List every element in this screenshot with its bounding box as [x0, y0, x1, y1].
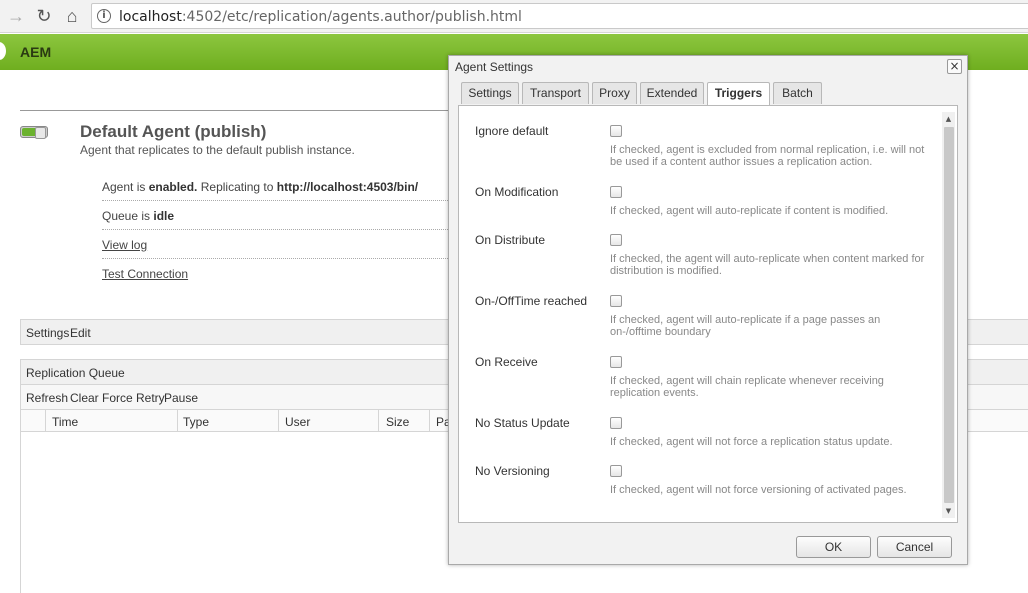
column-user[interactable]: User [285, 415, 310, 429]
refresh-button[interactable]: Refresh [26, 391, 68, 405]
ok-button[interactable]: OK [796, 536, 871, 558]
trigger-help-on-modification: If checked, agent will auto-replicate if… [610, 205, 889, 217]
on-receive-checkbox[interactable] [610, 356, 622, 368]
tab-settings[interactable]: Settings [461, 82, 519, 104]
aem-logo-icon [0, 42, 6, 60]
scrollbar-thumb[interactable] [944, 127, 954, 503]
tab-extended[interactable]: Extended [640, 82, 704, 104]
replication-queue-title: Replication Queue [26, 366, 125, 380]
column-separator [45, 410, 46, 432]
cancel-button[interactable]: Cancel [877, 536, 952, 558]
ignore-default-checkbox[interactable] [610, 125, 622, 137]
trigger-label-on-receive: On Receive [475, 355, 538, 369]
trigger-help-no-status-update: If checked, agent will not force a repli… [610, 436, 893, 448]
trigger-help-on-receive: If checked, agent will chain replicate w… [610, 375, 884, 399]
home-icon[interactable]: ⌂ [60, 4, 84, 28]
view-log-link[interactable]: View log [102, 238, 147, 252]
scroll-up-icon[interactable]: ▲ [942, 112, 955, 126]
status-prefix: Agent is [102, 180, 149, 194]
agent-settings-dialog: Agent Settings × Settings Transport Prox… [448, 55, 968, 565]
agent-description: Agent that replicates to the default pub… [80, 143, 355, 157]
url-host: localhost [119, 9, 182, 25]
settings-label: Settings [26, 326, 70, 340]
status-target: http://localhost:4503/bin/ [276, 180, 419, 194]
column-separator [378, 410, 379, 432]
divider [102, 258, 462, 259]
on-modification-checkbox[interactable] [610, 186, 622, 198]
triggers-panel: Ignore default If checked, agent is excl… [458, 105, 958, 523]
address-bar[interactable]: i localhost:4502/etc/replication/agents.… [91, 3, 1028, 29]
no-versioning-checkbox[interactable] [610, 465, 622, 477]
agent-enabled-toggle-icon [20, 126, 48, 139]
edit-button[interactable]: Edit [70, 326, 91, 340]
url-text[interactable]: localhost:4502/etc/replication/agents.au… [119, 9, 522, 25]
trigger-label-on-offtime: On-/OffTime reached [475, 294, 588, 308]
no-status-update-checkbox[interactable] [610, 417, 622, 429]
column-separator [278, 410, 279, 432]
reload-icon[interactable]: ↻ [32, 4, 56, 28]
column-time[interactable]: Time [52, 415, 78, 429]
pause-button[interactable]: Pause [164, 391, 198, 405]
on-distribute-checkbox[interactable] [610, 234, 622, 246]
tab-proxy[interactable]: Proxy [592, 82, 637, 104]
trigger-label-no-status-update: No Status Update [475, 416, 570, 430]
tab-triggers[interactable]: Triggers [707, 82, 770, 105]
trigger-label-ignore-default: Ignore default [475, 124, 549, 138]
divider [102, 200, 462, 201]
column-separator [429, 410, 430, 432]
close-icon[interactable]: × [947, 59, 962, 74]
browser-toolbar: → ↻ ⌂ i localhost:4502/etc/replication/a… [0, 0, 1028, 33]
status-mid: Replicating to [197, 180, 277, 194]
column-size[interactable]: Size [386, 415, 409, 429]
tab-transport[interactable]: Transport [522, 82, 589, 104]
tab-batch[interactable]: Batch [773, 82, 822, 104]
queue-status: Queue is idle [102, 209, 174, 223]
agent-status: Agent is enabled. Replicating to http://… [102, 180, 418, 194]
status-value: enabled. [148, 180, 198, 194]
column-type[interactable]: Type [183, 415, 209, 429]
test-connection-link[interactable]: Test Connection [102, 267, 188, 281]
trigger-help-no-versioning: If checked, agent will not force version… [610, 484, 907, 496]
dialog-title: Agent Settings [455, 60, 534, 74]
scroll-down-icon[interactable]: ▼ [942, 504, 955, 518]
info-icon[interactable]: i [97, 9, 111, 23]
queue-prefix: Queue is [102, 209, 154, 223]
vertical-scrollbar[interactable]: ▲ ▼ [942, 112, 955, 518]
agent-title: Default Agent (publish) [80, 122, 267, 141]
trigger-label-on-modification: On Modification [475, 185, 559, 199]
queue-value: idle [153, 209, 175, 223]
trigger-help-on-distribute: If checked, the agent will auto-replicat… [610, 253, 925, 277]
clear-button[interactable]: Clear [70, 391, 99, 405]
on-offtime-checkbox[interactable] [610, 295, 622, 307]
trigger-help-on-offtime: If checked, agent will auto-replicate if… [610, 314, 881, 338]
back-arrow-icon[interactable]: → [4, 4, 28, 28]
aem-title: AEM [20, 44, 52, 60]
divider [102, 229, 462, 230]
trigger-help-ignore-default: If checked, agent is excluded from norma… [610, 144, 925, 168]
divider [20, 110, 460, 111]
force-retry-button[interactable]: Force Retry [102, 391, 165, 405]
url-path: :4502/etc/replication/agents.author/publ… [181, 9, 522, 25]
column-separator [177, 410, 178, 432]
trigger-label-on-distribute: On Distribute [475, 233, 546, 247]
trigger-label-no-versioning: No Versioning [475, 464, 550, 478]
